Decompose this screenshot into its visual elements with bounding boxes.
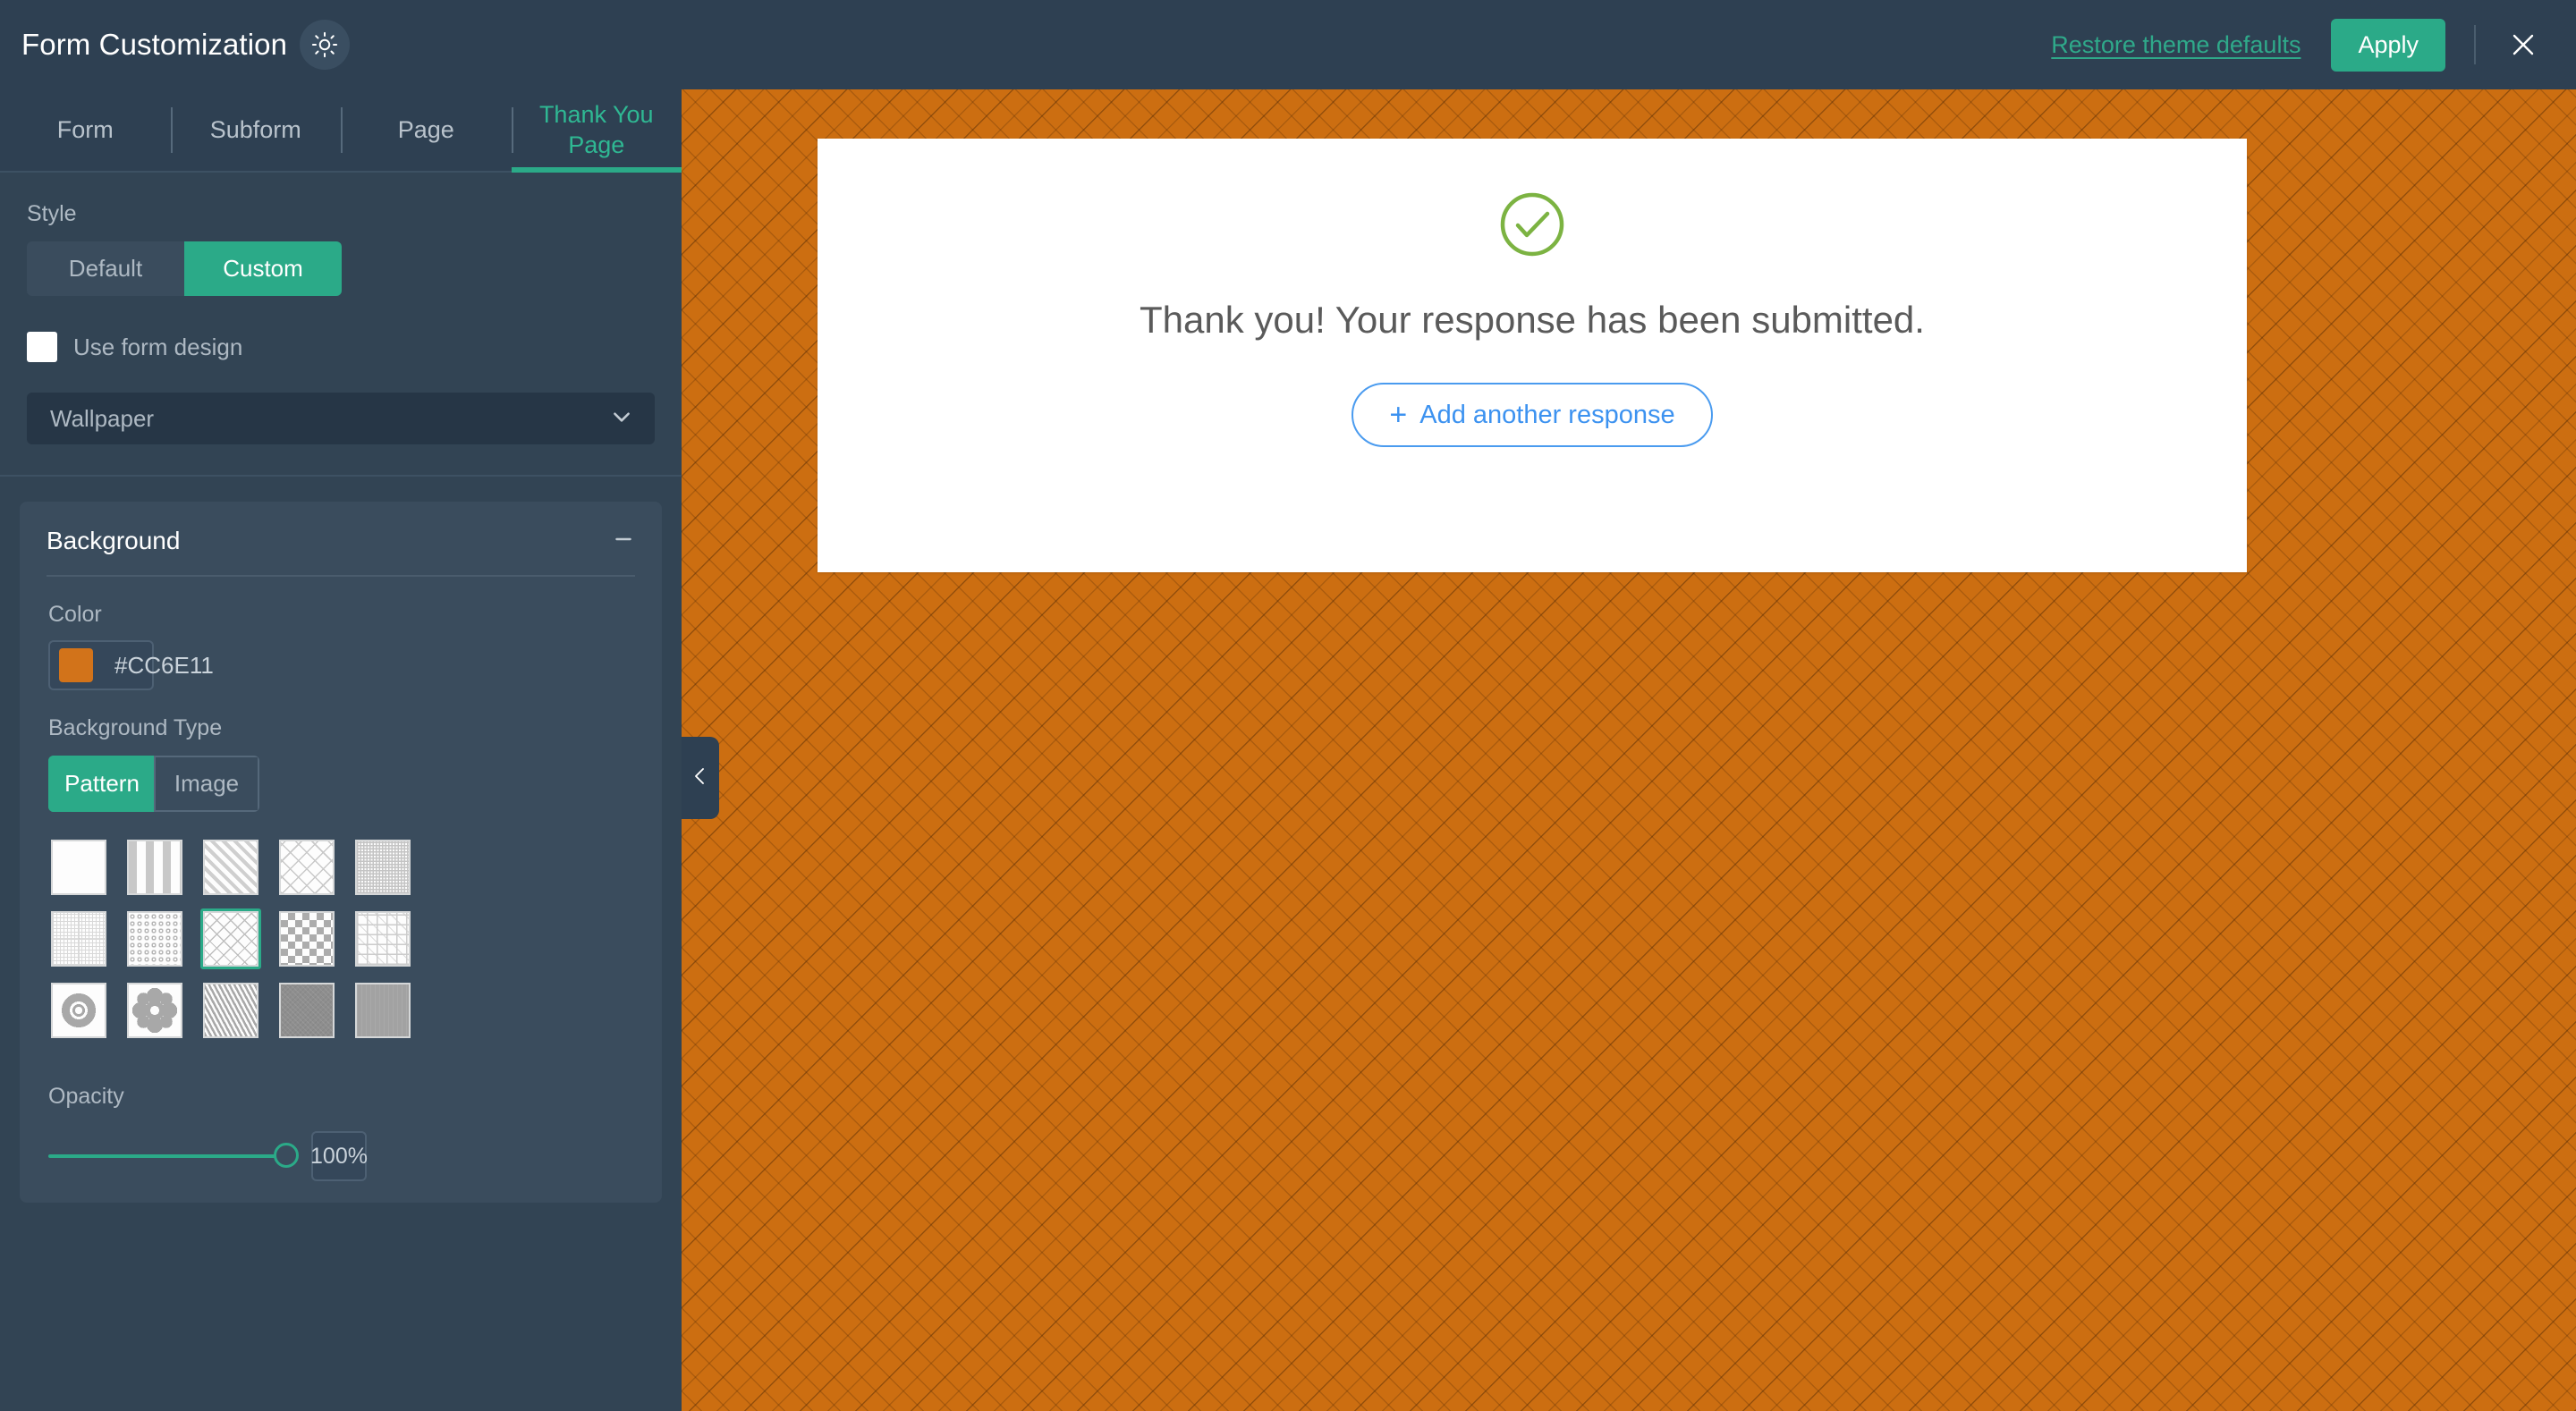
- pattern-swatch-small-squares-grid[interactable]: [352, 837, 413, 898]
- tab-page-label: Page: [397, 115, 454, 143]
- pattern-swatch-gray-texture-soft[interactable]: [352, 980, 413, 1041]
- top-bar: Form Customization Restore theme default…: [0, 0, 2576, 89]
- pattern-swatch-dotted-circles[interactable]: [124, 908, 185, 969]
- color-label: Color: [48, 602, 102, 627]
- background-section-card: Background Color #CC6E11 Background Type…: [20, 502, 662, 1203]
- style-toggle-group: Default Custom: [27, 241, 342, 296]
- tab-thank-you-page[interactable]: Thank You Page: [511, 89, 682, 173]
- background-section-rule: [47, 575, 635, 577]
- opacity-value-input[interactable]: 100%: [310, 1131, 368, 1181]
- pattern-swatch-diamond-lattice[interactable]: [276, 837, 337, 898]
- pattern-swatch-flower-rosette[interactable]: [124, 980, 185, 1041]
- pattern-swatch-diagonal-stripes[interactable]: [200, 837, 261, 898]
- thank-you-card: Thank you! Your response has been submit…: [818, 139, 2247, 572]
- color-swatch[interactable]: [59, 648, 93, 682]
- opacity-slider-track: [48, 1154, 292, 1158]
- tab-bar: Form Subform Page Thank You Page: [0, 89, 682, 173]
- pattern-swatch-fine-grid-quadrants[interactable]: [48, 908, 109, 969]
- background-section-header[interactable]: Background: [20, 502, 662, 555]
- pattern-swatch-gray-texture-dense[interactable]: [276, 980, 337, 1041]
- background-type-label: Background Type: [48, 715, 223, 740]
- add-another-response-button[interactable]: + Add another response: [1352, 383, 1713, 447]
- tab-thank-you-page-label: Thank You Page: [538, 100, 654, 158]
- pattern-swatch-ornate-damask[interactable]: [200, 980, 261, 1041]
- use-form-design-label: Use form design: [73, 333, 243, 360]
- pattern-swatch-square-diamond-mix[interactable]: [352, 908, 413, 969]
- background-type-pattern[interactable]: Pattern: [48, 756, 154, 812]
- close-x-icon[interactable]: [2503, 24, 2544, 65]
- opacity-slider[interactable]: [48, 1143, 299, 1170]
- settings-scroll-area[interactable]: Style Default Custom Use form design Wal…: [0, 173, 682, 1411]
- pattern-swatch-vertical-stripes[interactable]: [124, 837, 185, 898]
- color-hex-value: #CC6E11: [114, 651, 214, 679]
- form-customization-app: Form Customization Restore theme default…: [0, 0, 2576, 1411]
- background-type-toggle-group: Pattern Image: [48, 756, 259, 812]
- pattern-swatch-diagonal-basketweave[interactable]: [200, 908, 261, 969]
- customization-sidebar: Form Subform Page Thank You Page Style D…: [0, 89, 682, 1411]
- opacity-row: 100%: [48, 1131, 662, 1181]
- background-type-image[interactable]: Image: [154, 756, 259, 812]
- pattern-swatch-floral-starburst[interactable]: [48, 980, 109, 1041]
- pattern-swatch-grid: [48, 837, 662, 1041]
- apply-button[interactable]: Apply: [2331, 18, 2445, 72]
- tab-page[interactable]: Page: [341, 89, 512, 171]
- tab-form[interactable]: Form: [0, 89, 171, 171]
- opacity-label: Opacity: [48, 1084, 124, 1109]
- tab-form-label: Form: [56, 115, 114, 143]
- body-row: Form Subform Page Thank You Page Style D…: [0, 89, 2576, 1411]
- pattern-swatch-checkerboard[interactable]: [276, 908, 337, 969]
- background-section-title: Background: [47, 527, 181, 554]
- restore-theme-defaults-link[interactable]: Restore theme defaults: [2051, 31, 2301, 59]
- tab-subform-label: Subform: [209, 115, 301, 143]
- wallpaper-dropdown-label: Wallpaper: [50, 404, 155, 432]
- thank-you-message: Thank you! Your response has been submit…: [1140, 299, 1925, 341]
- use-form-design-row[interactable]: Use form design: [27, 332, 682, 362]
- add-another-response-label: Add another response: [1419, 400, 1675, 429]
- tab-subform[interactable]: Subform: [170, 89, 342, 171]
- top-bar-divider: [2474, 25, 2476, 64]
- chevron-left-icon: [690, 765, 711, 791]
- pattern-swatch-plain-white[interactable]: [48, 837, 109, 898]
- sidebar-divider: [0, 475, 682, 477]
- opacity-slider-thumb[interactable]: [274, 1143, 299, 1168]
- wallpaper-dropdown[interactable]: Wallpaper: [27, 393, 655, 444]
- use-form-design-checkbox[interactable]: [27, 332, 57, 362]
- minus-icon[interactable]: [612, 528, 635, 555]
- circle-check-icon: [1496, 189, 1568, 265]
- form-preview-area: Thank you! Your response has been submit…: [682, 89, 2576, 1411]
- collapse-sidebar-handle[interactable]: [682, 737, 719, 819]
- plus-icon: +: [1389, 398, 1408, 432]
- style-label: Style: [27, 201, 77, 226]
- sun-brightness-icon[interactable]: [300, 20, 351, 70]
- background-color-input[interactable]: #CC6E11: [48, 640, 214, 690]
- style-option-default[interactable]: Default: [27, 241, 184, 296]
- style-option-custom[interactable]: Custom: [184, 241, 342, 296]
- page-title: Form Customization: [21, 28, 288, 61]
- chevron-down-icon: [610, 405, 633, 433]
